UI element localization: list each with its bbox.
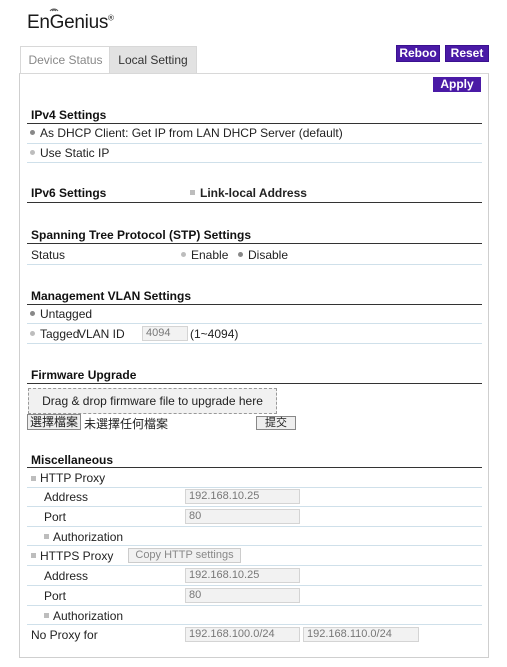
checkbox-link-local[interactable]	[190, 190, 195, 195]
stp-title: Spanning Tree Protocol (STP) Settings	[31, 228, 252, 242]
row-line	[27, 506, 482, 507]
divider	[27, 304, 482, 305]
row-line	[27, 264, 482, 265]
radio-static[interactable]	[30, 150, 35, 155]
http-address-label: Address	[44, 490, 89, 504]
radio-tagged[interactable]	[30, 331, 35, 336]
vlan-tagged-label: Tagged	[40, 327, 80, 341]
vlan-id-label: VLAN ID	[78, 327, 125, 341]
no-proxy-input-1[interactable]: 192.168.100.0/24	[185, 627, 300, 642]
https-proxy-label: HTTPS Proxy	[40, 549, 114, 563]
row-line	[27, 605, 482, 606]
row-line	[27, 526, 482, 527]
submit-button[interactable]: 提交	[256, 416, 296, 430]
row-line	[27, 565, 482, 566]
vlan-range-hint: (1~4094)	[190, 327, 239, 341]
divider	[27, 467, 482, 468]
firmware-drop-zone[interactable]: Drag & drop firmware file to upgrade her…	[28, 388, 277, 414]
divider	[27, 202, 482, 203]
http-proxy-label: HTTP Proxy	[40, 471, 106, 485]
reboot-button[interactable]: Reboo	[396, 45, 440, 62]
reg-mark: ®	[108, 13, 114, 23]
logo-text: EnGenius	[27, 12, 109, 33]
row-line	[27, 143, 482, 144]
row-line	[27, 487, 482, 488]
row-line	[27, 545, 482, 546]
row-line	[27, 162, 482, 163]
ipv4-option-static: Use Static IP	[40, 146, 110, 160]
wifi-icon	[49, 8, 59, 12]
misc-title: Miscellaneous	[31, 453, 114, 467]
divider	[27, 383, 482, 384]
no-proxy-label: No Proxy for	[31, 628, 98, 642]
radio-untagged[interactable]	[30, 311, 35, 316]
stp-disable-label: Disable	[248, 248, 289, 262]
brand-logo: EnGenius®	[27, 12, 114, 34]
divider	[27, 123, 482, 124]
tab-device-status[interactable]: Device Status	[20, 46, 111, 74]
vlan-id-input[interactable]: 4094	[142, 326, 188, 341]
checkbox-http-proxy[interactable]	[31, 476, 36, 481]
row-line	[27, 624, 482, 625]
https-address-input[interactable]: 192.168.10.25	[185, 568, 300, 583]
firmware-title: Firmware Upgrade	[31, 368, 137, 382]
choose-file-button[interactable]: 選擇檔案	[27, 414, 82, 430]
https-port-input[interactable]: 80	[185, 588, 300, 603]
no-file-chosen: 未選擇任何檔案	[84, 417, 169, 431]
checkbox-https-proxy[interactable]	[31, 553, 36, 558]
apply-button[interactable]: Apply	[433, 77, 481, 92]
copy-http-settings-button[interactable]: Copy HTTP settings	[128, 548, 241, 563]
checkbox-https-auth[interactable]	[44, 613, 49, 618]
ipv6-option: Link-local Address	[200, 186, 307, 200]
ipv4-title: IPv4 Settings	[31, 108, 107, 122]
radio-dhcp[interactable]	[30, 130, 35, 135]
radio-stp-disable[interactable]	[238, 252, 243, 257]
divider	[27, 243, 482, 244]
http-auth-label: Authorization	[53, 530, 124, 544]
tab-local-setting[interactable]: Local Setting	[109, 46, 197, 74]
https-auth-label: Authorization	[53, 609, 124, 623]
ipv6-title: IPv6 Settings	[31, 186, 107, 200]
stp-status-label: Status	[31, 248, 66, 262]
https-address-label: Address	[44, 569, 89, 583]
http-port-input[interactable]: 80	[185, 509, 300, 524]
row-line	[27, 323, 482, 324]
stp-enable-label: Enable	[191, 248, 229, 262]
https-port-label: Port	[44, 589, 67, 603]
checkbox-http-auth[interactable]	[44, 534, 49, 539]
ipv4-option-dhcp: As DHCP Client: Get IP from LAN DHCP Ser…	[40, 126, 343, 140]
reset-button[interactable]: Reset	[445, 45, 489, 62]
vlan-untagged-label: Untagged	[40, 307, 93, 321]
http-port-label: Port	[44, 510, 67, 524]
http-address-input[interactable]: 192.168.10.25	[185, 489, 300, 504]
row-line	[27, 585, 482, 586]
vlan-title: Management VLAN Settings	[31, 289, 192, 303]
radio-stp-enable[interactable]	[181, 252, 186, 257]
row-line	[27, 343, 482, 344]
no-proxy-input-2[interactable]: 192.168.110.0/24	[303, 627, 419, 642]
